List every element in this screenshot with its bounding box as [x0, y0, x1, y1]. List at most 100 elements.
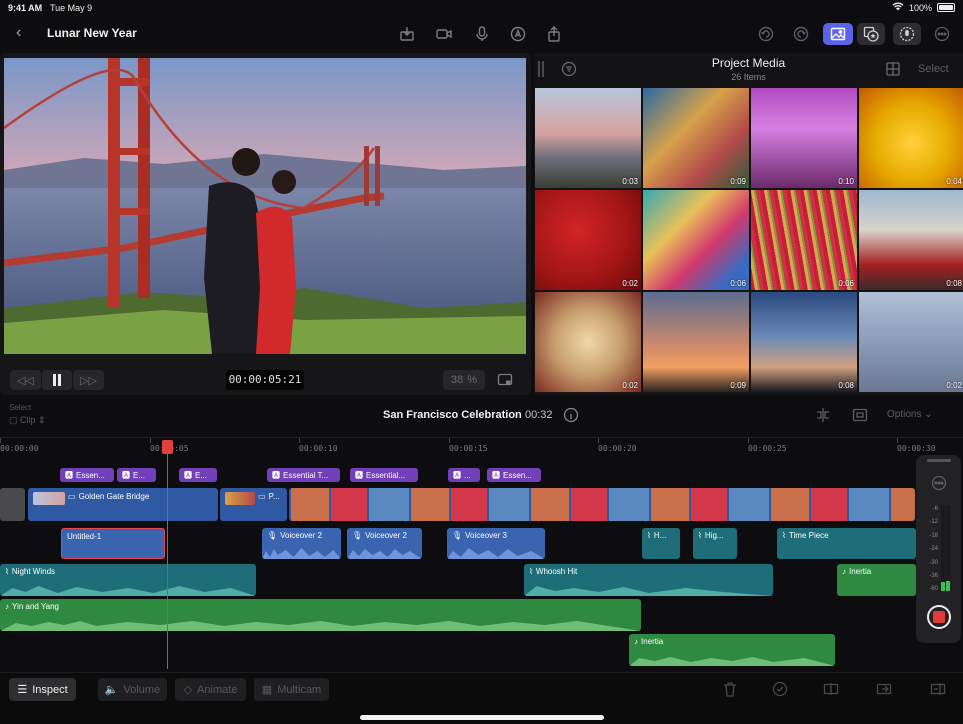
music-note-icon: ♪ — [5, 602, 9, 611]
audio-clip[interactable]: ⌇ H... — [642, 528, 680, 559]
voiceover-clip-label: Voiceover 3 — [465, 531, 507, 540]
audio-clip[interactable]: ⌇ Hig... — [693, 528, 737, 559]
split-icon[interactable] — [821, 679, 841, 699]
thumbnail-duration: 0:06 — [838, 279, 854, 288]
media-thumbnail[interactable]: 0:02 — [859, 292, 963, 392]
checkmark-icon[interactable] — [770, 679, 790, 699]
music-clip[interactable]: ♪ Yin and Yang — [0, 599, 641, 631]
timeline-options-button[interactable]: Options ⌄ — [887, 409, 933, 420]
music-clip[interactable]: ♪ Inertia — [629, 634, 835, 666]
inspect-button[interactable]: ☰ Inspect — [9, 678, 76, 701]
video-clip-label: Golden Gate Bridge — [78, 492, 150, 501]
title-clip[interactable]: 🅰 E... — [179, 468, 217, 482]
thumbnail-duration: 0:03 — [622, 177, 638, 186]
media-thumbnail[interactable]: 0:02 — [535, 190, 641, 290]
title-clip-label: Essen... — [503, 470, 532, 480]
audio-clip-selected[interactable]: Untitled-1 — [61, 528, 165, 559]
multicam-button[interactable]: ▦ Multicam — [254, 678, 329, 701]
title-clip[interactable]: 🅰 Essen... — [487, 468, 541, 482]
sound-effect-clip[interactable]: ⌇ Whoosh Hit — [524, 564, 773, 596]
title-clip[interactable]: 🅰 Essential T... — [267, 468, 340, 482]
pause-icon[interactable] — [42, 370, 72, 390]
timeline-ruler[interactable]: 00:00:00 00:00:05 00:00:10 00:00:15 00:0… — [0, 437, 963, 457]
playhead-handle[interactable] — [162, 440, 173, 454]
ruler-tick: 00:00:25 — [748, 438, 787, 453]
info-icon[interactable] — [561, 405, 581, 425]
video-preview[interactable] — [4, 58, 526, 354]
voiceover-clip[interactable]: 🎙 Voiceover 2 — [347, 528, 422, 559]
photos-star-icon[interactable] — [857, 23, 885, 45]
video-clip[interactable]: ▭ Golden Gate Bridge — [28, 488, 218, 521]
fast-forward-icon[interactable]: ▷▷ — [73, 370, 104, 390]
share-icon[interactable] — [544, 24, 564, 44]
trim-icon[interactable] — [928, 679, 948, 699]
rewind-icon[interactable]: ◁◁ — [10, 370, 41, 390]
clip-select-dropdown[interactable]: ▢ Clip ⇕ — [9, 415, 46, 426]
media-browser-icon[interactable] — [823, 23, 853, 45]
title-clip[interactable]: 🅰 Essen... — [60, 468, 114, 482]
media-thumbnail[interactable]: 0:09 — [643, 88, 749, 188]
media-thumbnail[interactable]: 0:09 — [643, 292, 749, 392]
media-thumbnail[interactable]: 0:10 — [751, 88, 857, 188]
microphone-icon[interactable] — [472, 24, 492, 44]
more-options-icon[interactable] — [929, 473, 949, 493]
title-clip[interactable]: 🅰 Essential... — [350, 468, 418, 482]
media-select-button[interactable]: Select — [918, 63, 949, 75]
audio-clip-label: Time Piece — [788, 531, 829, 540]
title-clip[interactable]: 🅰 E... — [117, 468, 156, 482]
zoom-control[interactable]: 38 % — [443, 370, 485, 390]
record-stop-icon — [933, 611, 945, 623]
clip-select-label: Clip — [20, 415, 36, 425]
video-clip-icon: ▭ — [68, 492, 76, 501]
trash-icon[interactable] — [720, 679, 740, 699]
media-thumbnail[interactable]: 0:04 — [859, 88, 963, 188]
audio-clip[interactable]: ⌇ Time Piece — [777, 528, 916, 559]
project-title: Lunar New Year — [47, 26, 137, 40]
media-thumbnail[interactable]: 0:06 — [643, 190, 749, 290]
thumbnail-duration: 0:08 — [946, 279, 962, 288]
voiceover-icon[interactable] — [508, 24, 528, 44]
voiceover-clip[interactable]: 🎙 Voiceover 3 — [447, 528, 545, 559]
panel-grip[interactable] — [927, 459, 951, 462]
ruler-tick: 00:00:20 — [598, 438, 637, 453]
media-grid: 0:03 0:09 0:10 0:04 0:02 0:06 0:06 0:08 … — [535, 88, 963, 392]
import-icon[interactable] — [397, 24, 417, 44]
playhead[interactable] — [167, 440, 168, 669]
voiceover-clip[interactable]: 🎙 Voiceover 2 — [262, 528, 341, 559]
media-thumbnail[interactable]: 0:06 — [751, 190, 857, 290]
media-thumbnail[interactable]: 0:02 — [535, 292, 641, 392]
video-clips-sequence[interactable] — [289, 488, 915, 521]
thumbnail-duration: 0:09 — [730, 177, 746, 186]
detach-audio-icon[interactable] — [874, 679, 894, 699]
animate-label: Animate — [197, 683, 238, 696]
video-clip-icon: ▭ — [258, 492, 266, 501]
wifi-icon — [892, 2, 904, 13]
media-thumbnail[interactable]: 0:08 — [859, 190, 963, 290]
volume-button[interactable]: 🔈 Volume — [98, 678, 167, 701]
camera-icon[interactable] — [434, 24, 454, 44]
more-options-icon[interactable] — [932, 24, 952, 44]
voice-isolation-icon[interactable] — [893, 23, 921, 45]
viewer-options-icon[interactable] — [495, 370, 515, 390]
timeline-start-handle[interactable] — [0, 488, 25, 521]
back-chevron-icon[interactable]: ‹ — [16, 24, 21, 42]
undo-icon[interactable] — [756, 24, 776, 44]
media-thumbnail[interactable]: 0:03 — [535, 88, 641, 188]
title-clip[interactable]: 🅰... — [448, 468, 480, 482]
video-clip[interactable]: ▭ P... — [220, 488, 287, 521]
media-thumbnail[interactable]: 0:08 — [751, 292, 857, 392]
music-clip[interactable]: ♪ Inertia — [837, 564, 916, 596]
ruler-tick: 00:00:15 — [449, 438, 488, 453]
viewer-controls: ◁◁ ▷▷ 00:00:05:21 38 % — [0, 358, 531, 392]
sound-effect-clip[interactable]: ⌇ Night Winds — [0, 564, 256, 596]
top-bar: ‹ Lunar New Year — [0, 16, 963, 52]
record-button[interactable] — [927, 605, 951, 629]
animate-button[interactable]: ◇ Animate — [175, 678, 246, 701]
split-clip-icon[interactable] — [813, 405, 833, 425]
snapping-icon[interactable] — [850, 405, 870, 425]
select-mode-label: Select — [9, 403, 32, 412]
grid-view-icon[interactable] — [883, 59, 903, 79]
home-indicator[interactable] — [360, 715, 604, 720]
redo-icon[interactable] — [791, 24, 811, 44]
meter-level — [941, 582, 945, 591]
